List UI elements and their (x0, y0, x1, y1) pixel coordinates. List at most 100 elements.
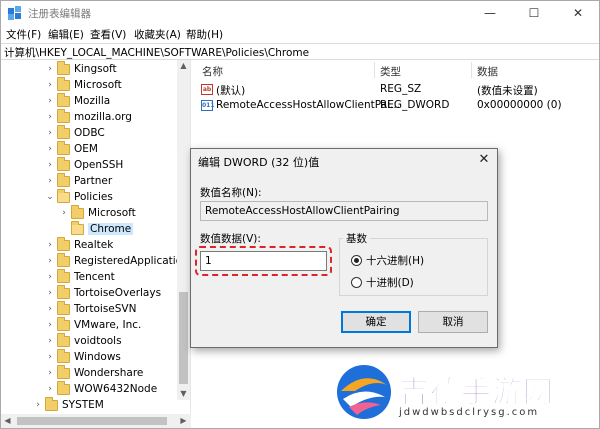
column-divider[interactable] (471, 62, 472, 78)
tree-item-wow6432node[interactable]: › WOW6432Node (45, 380, 157, 397)
chevron-down-icon[interactable]: ⌄ (45, 192, 55, 202)
tree-item-label: OEM (74, 143, 98, 155)
radio-selected-icon[interactable] (351, 255, 362, 266)
tree-item-label: Partner (74, 175, 113, 187)
address-path: 计算机\HKEY_LOCAL_MACHINE\SOFTWARE\Policies… (4, 47, 310, 59)
watermark-text: 吉德手游网 (399, 375, 554, 411)
chevron-right-icon[interactable]: › (45, 96, 55, 106)
minimize-button[interactable]: — (468, 1, 512, 25)
menu-help[interactable]: 帮助(H) (186, 27, 223, 42)
folder-icon (57, 380, 70, 395)
chevron-right-icon[interactable]: › (59, 208, 69, 218)
tree-item-tortoisesvn[interactable]: › TortoiseSVN (45, 300, 136, 317)
tree-item-policies-microsoft[interactable]: › Microsoft (59, 204, 136, 221)
chevron-right-icon[interactable]: › (45, 80, 55, 90)
chevron-right-icon[interactable]: › (45, 368, 55, 378)
folder-icon (57, 252, 70, 267)
tree-item-microsoft[interactable]: › Microsoft (45, 76, 122, 93)
tree-item-system[interactable]: › SYSTEM (33, 396, 104, 413)
tree-item-label: Microsoft (74, 79, 122, 91)
column-divider[interactable] (374, 62, 375, 78)
scroll-down-icon[interactable]: ▼ (177, 388, 190, 400)
tree-item-registeredapplication[interactable]: › RegisteredApplication (45, 252, 189, 269)
tree-item-label: SYSTEM (62, 399, 104, 411)
folder-open-icon (57, 188, 70, 203)
chevron-right-icon[interactable]: › (45, 320, 55, 330)
scroll-left-icon[interactable]: ◀ (1, 414, 14, 428)
tree-item-mozilla[interactable]: › Mozilla (45, 92, 110, 109)
tree-item-partner[interactable]: › Partner (45, 172, 113, 189)
menu-favorites[interactable]: 收藏夹(A) (134, 27, 181, 42)
tree-item-openssh[interactable]: › OpenSSH (45, 156, 124, 173)
tree-item-label: OpenSSH (74, 159, 124, 171)
menu-bar: 文件(F) 编辑(E) 查看(V) 收藏夹(A) 帮助(H) (1, 25, 599, 43)
key-tree: › Kingsoft › Microsoft › Mozilla › mozil… (1, 60, 191, 414)
column-header-name[interactable]: 名称 (202, 64, 223, 79)
menu-file[interactable]: 文件(F) (6, 27, 41, 42)
chevron-right-icon[interactable]: › (45, 128, 55, 138)
scroll-right-icon[interactable]: ▶ (177, 414, 190, 428)
folder-icon (57, 140, 70, 155)
registry-editor-icon (8, 6, 21, 20)
folder-icon (57, 284, 70, 299)
dialog-title: 编辑 DWORD (32 位)值 (198, 156, 320, 169)
value-data: (数值未设置) (477, 85, 538, 97)
tree-item-mozilla-org[interactable]: › mozilla.org (45, 108, 132, 125)
maximize-button[interactable]: ☐ (512, 1, 556, 25)
tree-item-tortoiseoverlays[interactable]: › TortoiseOverlays (45, 284, 161, 301)
menu-view[interactable]: 查看(V) (90, 27, 126, 42)
tree-item-label: Chrome (88, 223, 134, 235)
tree-item-policies[interactable]: ⌄ Policies (45, 188, 113, 205)
tree-item-tencent[interactable]: › Tencent (45, 268, 115, 285)
column-header-type[interactable]: 类型 (380, 64, 401, 79)
ok-button[interactable]: 确定 (341, 311, 411, 333)
chevron-right-icon[interactable]: › (45, 240, 55, 250)
chevron-right-icon[interactable]: › (45, 352, 55, 362)
tree-item-wondershare[interactable]: › Wondershare (45, 364, 144, 381)
value-name-field[interactable]: RemoteAccessHostAllowClientPairing (200, 201, 488, 221)
chevron-right-icon[interactable]: › (45, 288, 55, 298)
window-title: 注册表编辑器 (28, 8, 91, 20)
base-group-title: 基数 (343, 231, 370, 246)
chevron-right-icon[interactable]: › (45, 336, 55, 346)
chevron-right-icon[interactable]: › (45, 160, 55, 170)
scrollbar-thumb[interactable] (17, 417, 167, 425)
chevron-right-icon[interactable]: › (45, 384, 55, 394)
chevron-right-icon[interactable]: › (45, 304, 55, 314)
tree-item-realtek[interactable]: › Realtek (45, 236, 113, 253)
value-name: RemoteAccessHostAllowClientPai... (216, 99, 401, 111)
address-bar[interactable]: 计算机\HKEY_LOCAL_MACHINE\SOFTWARE\Policies… (1, 43, 599, 60)
tree-item-oem[interactable]: › OEM (45, 140, 98, 157)
chevron-right-icon[interactable]: › (45, 272, 55, 282)
tree-item-vmware[interactable]: › VMware, Inc. (45, 316, 141, 333)
tree-item-kingsoft[interactable]: › Kingsoft (45, 60, 117, 77)
chevron-right-icon[interactable]: › (45, 112, 55, 122)
tree-vertical-scrollbar[interactable]: ▲ ▼ (177, 60, 190, 400)
tree-item-voidtools[interactable]: › voidtools (45, 332, 122, 349)
chevron-right-icon[interactable]: › (45, 176, 55, 186)
radio-hex[interactable]: 十六进制(H) (351, 253, 424, 268)
tree-horizontal-scrollbar[interactable]: ◀ ▶ (1, 414, 191, 428)
radio-decimal[interactable]: 十进制(D) (351, 275, 414, 290)
scrollbar-thumb[interactable] (179, 292, 188, 384)
folder-icon (57, 332, 70, 347)
scroll-up-icon[interactable]: ▲ (177, 60, 190, 72)
menu-edit[interactable]: 编辑(E) (48, 27, 84, 42)
column-header-data[interactable]: 数据 (477, 64, 498, 79)
chevron-right-icon[interactable]: › (45, 256, 55, 266)
tree-item-chrome[interactable]: Chrome (59, 220, 134, 237)
dialog-close-icon[interactable]: ✕ (474, 151, 494, 169)
tree-item-odbc[interactable]: › ODBC (45, 124, 105, 141)
radio-unselected-icon[interactable] (351, 277, 362, 288)
folder-icon (57, 76, 70, 91)
folder-icon (57, 348, 70, 363)
tree-item-label: Wondershare (74, 367, 144, 379)
cancel-button[interactable]: 取消 (418, 311, 488, 333)
chevron-right-icon[interactable]: › (45, 144, 55, 154)
chevron-right-icon[interactable]: › (33, 400, 43, 410)
chevron-right-icon[interactable]: › (45, 64, 55, 74)
tree-item-windows[interactable]: › Windows (45, 348, 121, 365)
tree-item-label: Microsoft (88, 207, 136, 219)
folder-icon (57, 156, 70, 171)
close-button[interactable]: ✕ (556, 1, 600, 25)
